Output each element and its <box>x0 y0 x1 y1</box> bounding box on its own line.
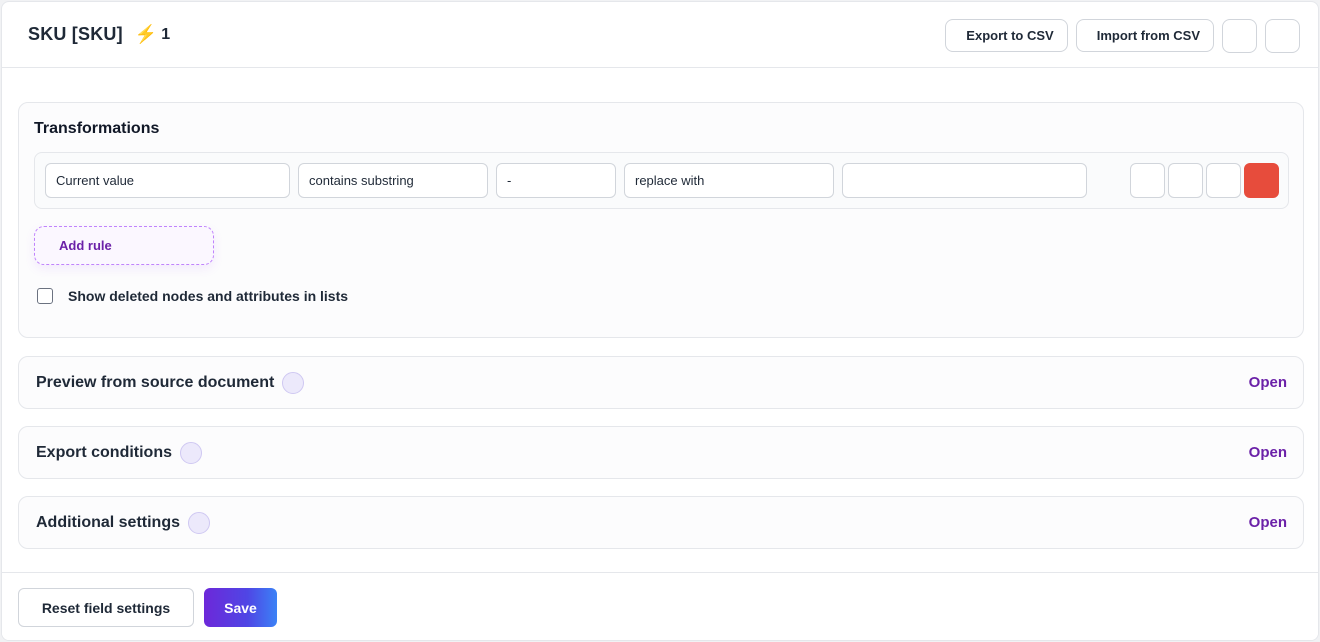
rule-action-select[interactable]: replace with <box>624 163 834 198</box>
info-icon <box>188 511 210 534</box>
rule-replacement-input[interactable] <box>842 163 1087 198</box>
show-deleted-option: Show deleted nodes and attributes in lis… <box>37 288 348 304</box>
rule-icon-button-3[interactable] <box>1206 163 1241 198</box>
header-icon-button-1[interactable] <box>1222 19 1257 53</box>
section-title: Preview from source document <box>36 373 275 391</box>
page-title: SKU [SKU] <box>28 24 123 44</box>
section-additional-settings[interactable]: Additional settings Open <box>18 496 1304 549</box>
bolt-count: 1 <box>161 25 171 43</box>
footer: Reset field settings Save <box>2 572 1318 640</box>
section-open-link[interactable]: Open <box>1249 374 1287 391</box>
rule-icon-button-2[interactable] <box>1168 163 1203 198</box>
bolt-counter: ⚡ 1 <box>135 24 170 45</box>
section-title: Additional settings <box>36 513 180 531</box>
rule-row: Current value contains substring - repla… <box>34 152 1289 209</box>
import-csv-button[interactable]: Import from CSV <box>1075 19 1214 52</box>
info-icon <box>180 441 202 464</box>
rule-match-input[interactable]: - <box>496 163 616 198</box>
rule-condition-select[interactable]: contains substring <box>298 163 488 198</box>
section-export-conditions[interactable]: Export conditions Open <box>18 426 1304 479</box>
lightning-icon: ⚡ <box>134 24 158 44</box>
transformations-card: Transformations Current value contains s… <box>18 102 1304 338</box>
section-title: Export conditions <box>36 443 172 461</box>
save-button[interactable]: Save <box>204 588 277 627</box>
transformations-title: Transformations <box>34 120 160 137</box>
rule-icon-button-1[interactable] <box>1130 163 1165 198</box>
add-rule-button[interactable]: Add rule <box>34 226 214 265</box>
export-csv-button[interactable]: Export to CSV <box>945 19 1068 52</box>
section-preview[interactable]: Preview from source document Open <box>18 356 1304 409</box>
header-icon-button-2[interactable] <box>1265 19 1300 53</box>
reset-field-settings-button[interactable]: Reset field settings <box>18 588 194 627</box>
info-icon <box>282 371 305 394</box>
header: SKU [SKU] ⚡ 1 Export to CSV Import from … <box>2 2 1318 68</box>
show-deleted-label: Show deleted nodes and attributes in lis… <box>68 288 349 304</box>
rule-source-select[interactable]: Current value <box>45 163 290 198</box>
section-open-link[interactable]: Open <box>1249 514 1287 531</box>
field-settings-window: SKU [SKU] ⚡ 1 Export to CSV Import from … <box>1 1 1319 641</box>
show-deleted-checkbox[interactable] <box>37 288 53 304</box>
main-content: Transformations Current value contains s… <box>18 102 1304 549</box>
section-open-link[interactable]: Open <box>1249 444 1287 461</box>
header-actions: Export to CSV Import from CSV <box>945 19 1300 53</box>
delete-rule-button[interactable] <box>1244 163 1279 198</box>
